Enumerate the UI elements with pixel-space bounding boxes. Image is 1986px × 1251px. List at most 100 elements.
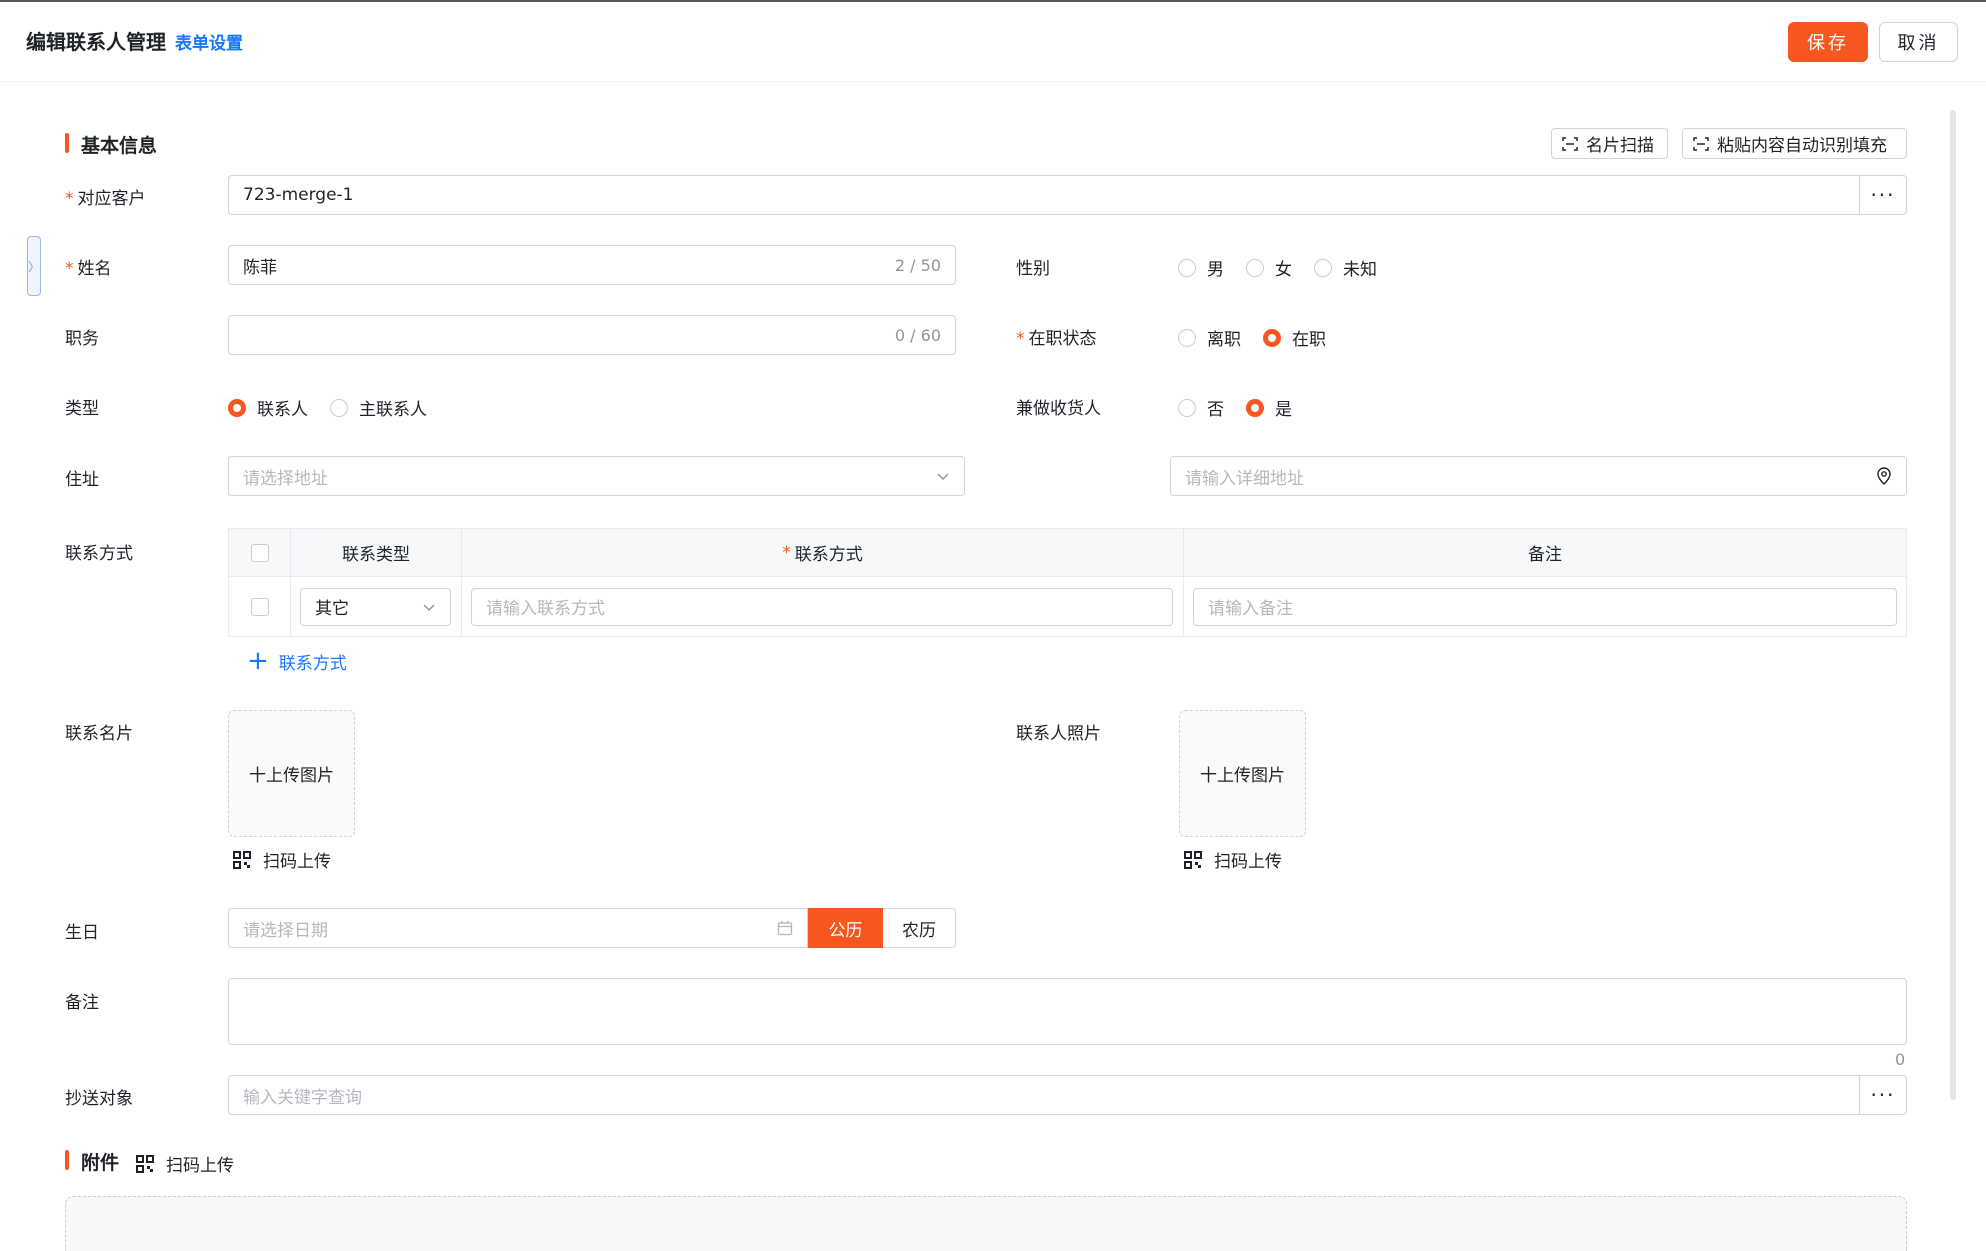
save-button[interactable]: 保存 bbox=[1788, 22, 1868, 62]
qrcode-icon bbox=[233, 850, 251, 869]
paste-autofill-button[interactable]: 粘贴内容自动识别填充 bbox=[1682, 128, 1907, 159]
card-scan-button[interactable]: 名片扫描 bbox=[1551, 128, 1668, 159]
section-marker bbox=[65, 1150, 69, 1170]
remark-textarea[interactable] bbox=[228, 978, 1907, 1045]
paste-autofill-label: 粘贴内容自动识别填充 bbox=[1717, 136, 1887, 156]
radio-circle bbox=[1178, 328, 1196, 347]
page-title: 编辑联系人管理 bbox=[26, 30, 166, 54]
address-region-select[interactable]: 请选择地址 bbox=[228, 456, 965, 496]
row-note-cell: 请输入备注 bbox=[1184, 577, 1906, 636]
calendar-solar-toggle[interactable]: 公历 bbox=[808, 908, 883, 948]
section-title-basic: 基本信息 bbox=[81, 135, 158, 157]
attachment-scan-upload[interactable]: 扫码上传 bbox=[136, 1151, 234, 1176]
birthday-label: 生日 bbox=[65, 923, 99, 943]
add-contact-method-label: 联系方式 bbox=[278, 653, 347, 674]
more-dots-icon: ··· bbox=[1870, 1083, 1896, 1107]
birthday-placeholder: 请选择日期 bbox=[243, 920, 328, 941]
radio-circle bbox=[1246, 258, 1264, 277]
address-detail-input[interactable]: 请输入详细地址 bbox=[1170, 456, 1907, 496]
row-checkbox-cell bbox=[229, 577, 291, 636]
gender-option-female[interactable]: 女 bbox=[1246, 255, 1292, 280]
name-value: 陈菲 bbox=[243, 257, 277, 278]
section-title-attachment: 附件 bbox=[81, 1152, 120, 1174]
card-scan-upload[interactable]: 扫码上传 bbox=[233, 847, 331, 872]
row-type-cell: 其它 bbox=[291, 577, 462, 636]
calendar-lunar-toggle[interactable]: 农历 bbox=[883, 908, 956, 948]
type-label: 类型 bbox=[65, 399, 99, 419]
remark-counter: 0 bbox=[1895, 1050, 1906, 1069]
contact-note-input[interactable]: 请输入备注 bbox=[1193, 587, 1897, 626]
receiver-label: 兼做收货人 bbox=[1016, 399, 1101, 419]
cancel-button[interactable]: 取消 bbox=[1879, 22, 1958, 62]
photo-scan-upload[interactable]: 扫码上传 bbox=[1184, 847, 1282, 872]
customer-field[interactable]: 723-merge-1 ··· bbox=[228, 175, 1907, 215]
radio-circle bbox=[330, 398, 348, 417]
chevron-down-icon bbox=[423, 603, 435, 611]
customer-value: 723-merge-1 bbox=[243, 185, 354, 205]
chevron-right-icon: 〉 bbox=[28, 259, 41, 274]
employment-label: * 在职状态 bbox=[1016, 329, 1097, 349]
card-scan-label: 名片扫描 bbox=[1586, 136, 1654, 156]
table-row: 其它 请输入联系方式 请输入备注 bbox=[229, 577, 1906, 636]
address-region-placeholder: 请选择地址 bbox=[243, 468, 328, 489]
photo-upload-box[interactable]: 十上传图片 bbox=[1179, 710, 1306, 837]
type-option-contact[interactable]: 联系人 bbox=[228, 395, 308, 420]
radio-circle-selected bbox=[1263, 328, 1281, 347]
radio-circle-selected bbox=[1246, 398, 1264, 417]
row-checkbox[interactable] bbox=[250, 597, 269, 616]
row-method-cell: 请输入联系方式 bbox=[462, 577, 1184, 636]
position-label: 职务 bbox=[65, 329, 99, 349]
form-settings-link[interactable]: 表单设置 bbox=[175, 29, 243, 54]
position-counter: 0 / 60 bbox=[894, 325, 941, 345]
column-header-method: * 联系方式 bbox=[462, 529, 1184, 576]
qrcode-icon bbox=[1184, 850, 1202, 869]
gender-option-male[interactable]: 男 bbox=[1178, 255, 1224, 280]
receiver-option-no[interactable]: 否 bbox=[1178, 395, 1224, 420]
contact-label: 联系方式 bbox=[65, 544, 133, 564]
card-label: 联系名片 bbox=[65, 724, 133, 744]
type-option-primary[interactable]: 主联系人 bbox=[330, 395, 427, 420]
column-header-type: 联系类型 bbox=[291, 529, 462, 576]
address-label: 住址 bbox=[65, 470, 99, 490]
contact-table: 联系类型 * 联系方式 备注 其它 请输入联系方式 请输入备注 bbox=[228, 528, 1907, 637]
employment-option-active[interactable]: 在职 bbox=[1263, 325, 1326, 350]
chevron-down-icon bbox=[937, 473, 949, 481]
location-pin-icon[interactable] bbox=[1876, 467, 1892, 485]
card-upload-box[interactable]: 十上传图片 bbox=[228, 710, 355, 837]
contact-type-value: 其它 bbox=[315, 599, 349, 619]
select-all-checkbox[interactable] bbox=[250, 543, 269, 562]
radio-circle-selected bbox=[228, 398, 246, 417]
name-counter: 2 / 50 bbox=[894, 255, 941, 275]
more-dots-icon: ··· bbox=[1870, 183, 1896, 207]
cc-search-input[interactable]: 输入关键字查询 ··· bbox=[228, 1075, 1907, 1115]
birthday-date-input[interactable]: 请选择日期 bbox=[228, 908, 808, 948]
add-contact-method-button[interactable]: + 联系方式 bbox=[247, 648, 347, 674]
scrollbar[interactable] bbox=[1950, 110, 1956, 1100]
address-detail-placeholder: 请输入详细地址 bbox=[1185, 468, 1304, 489]
plus-icon: + bbox=[247, 646, 269, 676]
contact-method-input[interactable]: 请输入联系方式 bbox=[471, 587, 1173, 626]
cc-placeholder: 输入关键字查询 bbox=[243, 1087, 362, 1108]
column-header-note: 备注 bbox=[1184, 529, 1906, 576]
radio-circle bbox=[1314, 258, 1332, 277]
position-input[interactable]: 0 / 60 bbox=[228, 315, 956, 355]
radio-circle bbox=[1178, 258, 1196, 277]
section-marker bbox=[65, 133, 69, 153]
cc-more-button[interactable]: ··· bbox=[1859, 1076, 1906, 1114]
customer-more-button[interactable]: ··· bbox=[1859, 176, 1906, 214]
employment-option-left[interactable]: 离职 bbox=[1178, 325, 1241, 350]
receiver-option-yes[interactable]: 是 bbox=[1246, 395, 1292, 420]
remark-label: 备注 bbox=[65, 993, 99, 1013]
contact-type-select[interactable]: 其它 bbox=[300, 587, 451, 626]
radio-circle bbox=[1178, 398, 1196, 417]
gender-label: 性别 bbox=[1016, 259, 1050, 279]
attachment-drop-zone[interactable] bbox=[65, 1196, 1907, 1251]
customer-label: * 对应客户 bbox=[65, 189, 146, 209]
scan-frame-icon bbox=[1562, 136, 1578, 151]
side-expand-handle[interactable]: 〉 bbox=[27, 236, 41, 296]
scan-frame-icon bbox=[1693, 136, 1709, 151]
gender-option-unknown[interactable]: 未知 bbox=[1314, 255, 1377, 280]
calendar-icon bbox=[777, 921, 793, 936]
name-input[interactable]: 陈菲 2 / 50 bbox=[228, 245, 956, 285]
name-label: * 姓名 bbox=[65, 259, 112, 279]
